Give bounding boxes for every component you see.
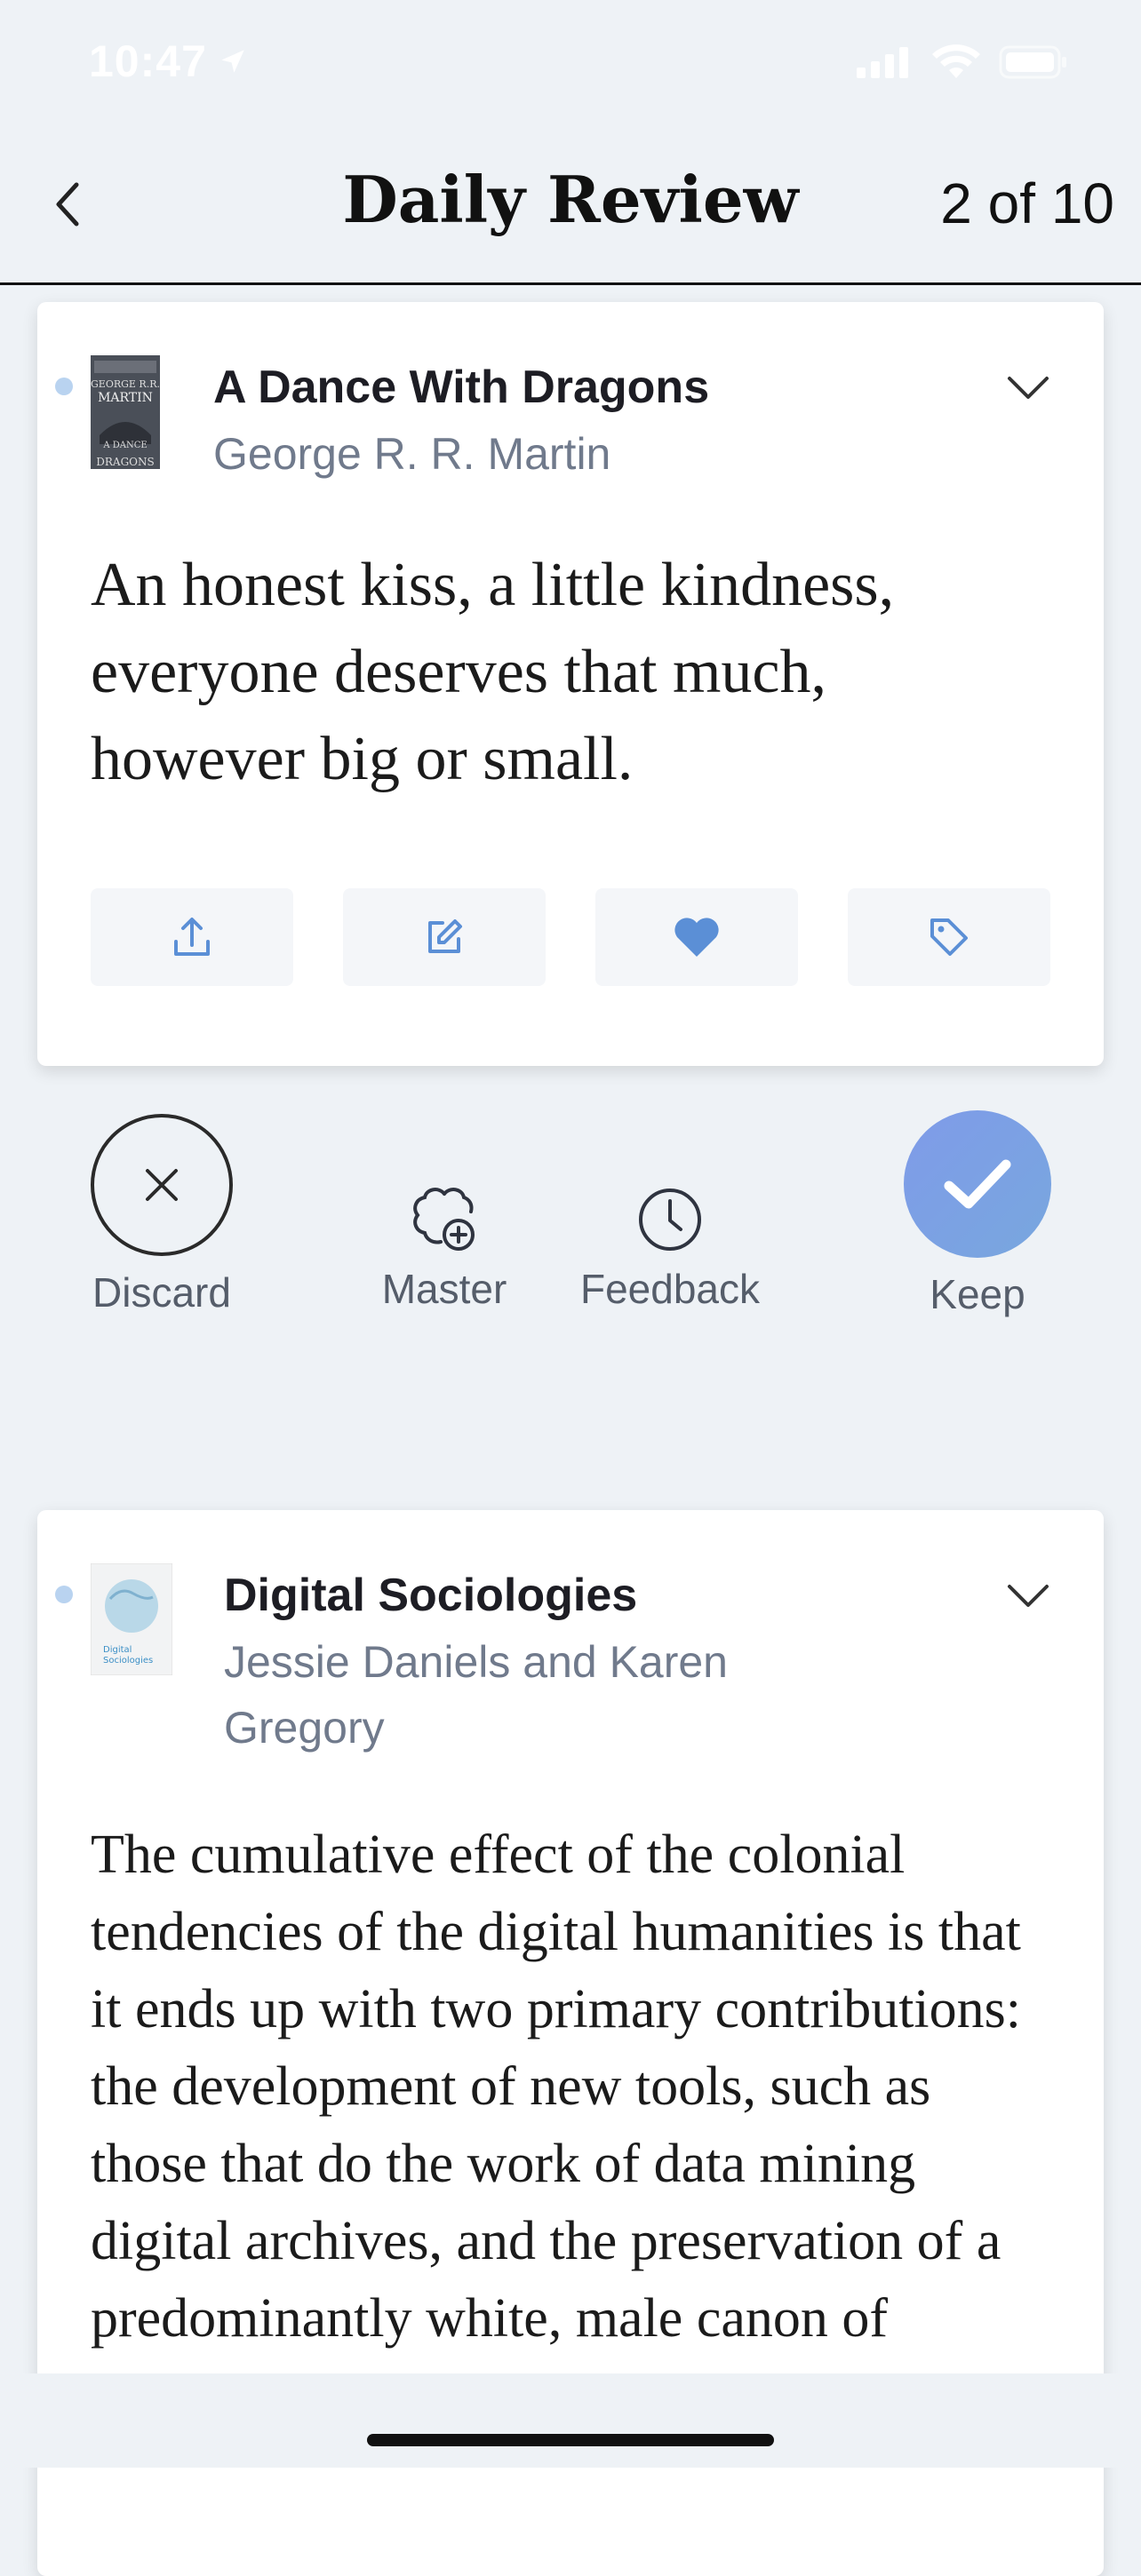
favorite-button[interactable] (595, 888, 798, 986)
tag-icon (930, 918, 968, 956)
highlight-quote: An honest kiss, a little kindness, every… (91, 551, 895, 793)
unread-dot (55, 1586, 73, 1603)
book-author: Jessie Daniels and Karen Gregory (224, 1637, 728, 1753)
svg-text:Digital: Digital (103, 1645, 132, 1655)
review-controls: Discard Master Feedback Keep (0, 1110, 1141, 1324)
svg-text:MARTIN: MARTIN (98, 391, 153, 405)
location-arrow-icon (221, 50, 244, 73)
review-counter: 2 of 10 (940, 171, 1114, 235)
svg-text:GEORGE R.R.: GEORGE R.R. (91, 378, 160, 390)
book-title: A Dance With Dragons (213, 362, 710, 413)
discard-label: Discard (92, 1269, 231, 1316)
book-cover: Digital Sociologies (91, 1563, 172, 1675)
feedback-button[interactable]: Feedback (572, 1110, 768, 1313)
edit-button[interactable] (343, 888, 546, 986)
navigation-header: Daily Review 2 of 10 (0, 124, 1141, 285)
tag-button[interactable] (848, 888, 1050, 986)
discard-button[interactable]: Discard (73, 1114, 251, 1316)
brain-plus-icon (413, 1188, 475, 1251)
cellular-signal-icon (857, 47, 908, 78)
battery-icon (999, 45, 1066, 79)
svg-text:DRAGONS: DRAGONS (96, 456, 154, 468)
checkmark-icon (944, 1159, 1011, 1209)
master-button[interactable]: Master (364, 1110, 524, 1313)
discard-circle (91, 1114, 233, 1256)
keep-label: Keep (930, 1271, 1025, 1317)
status-icons (857, 44, 1070, 80)
book-author: George R. R. Martin (213, 429, 611, 479)
clock-icon (639, 1189, 701, 1251)
feedback-icon-wrap (572, 1173, 768, 1252)
book-cover: GEORGE R.R. MARTIN A DANCE DRAGONS (91, 355, 160, 469)
share-icon (174, 918, 210, 956)
unread-dot (55, 378, 73, 395)
feedback-label: Feedback (579, 1266, 760, 1312)
edit-icon (428, 919, 462, 953)
chevron-down-icon[interactable] (1006, 1583, 1050, 1610)
status-bar: 10:47 (0, 0, 1141, 124)
keep-circle (904, 1110, 1051, 1258)
close-icon (146, 1169, 178, 1201)
book-title: Digital Sociologies (224, 1570, 638, 1621)
keep-button[interactable]: Keep (889, 1110, 1066, 1318)
chevron-down-icon[interactable] (1006, 375, 1050, 402)
master-icon-wrap (364, 1173, 524, 1252)
highlight-card: GEORGE R.R. MARTIN A DANCE DRAGONS A Dan… (37, 302, 1104, 1066)
svg-text:A DANCE: A DANCE (102, 441, 147, 450)
master-label: Master (381, 1266, 507, 1312)
home-indicator[interactable] (367, 2434, 774, 2446)
heart-icon (674, 918, 719, 957)
wifi-icon (932, 44, 980, 78)
home-bar (0, 2373, 1141, 2468)
svg-text:Sociologies: Sociologies (103, 1656, 153, 1666)
card-action-row (91, 888, 1050, 986)
status-time: 10:47 (89, 36, 207, 86)
share-button[interactable] (91, 888, 293, 986)
highlight-quote: The cumulative effect of the colonial te… (91, 1825, 1022, 2426)
